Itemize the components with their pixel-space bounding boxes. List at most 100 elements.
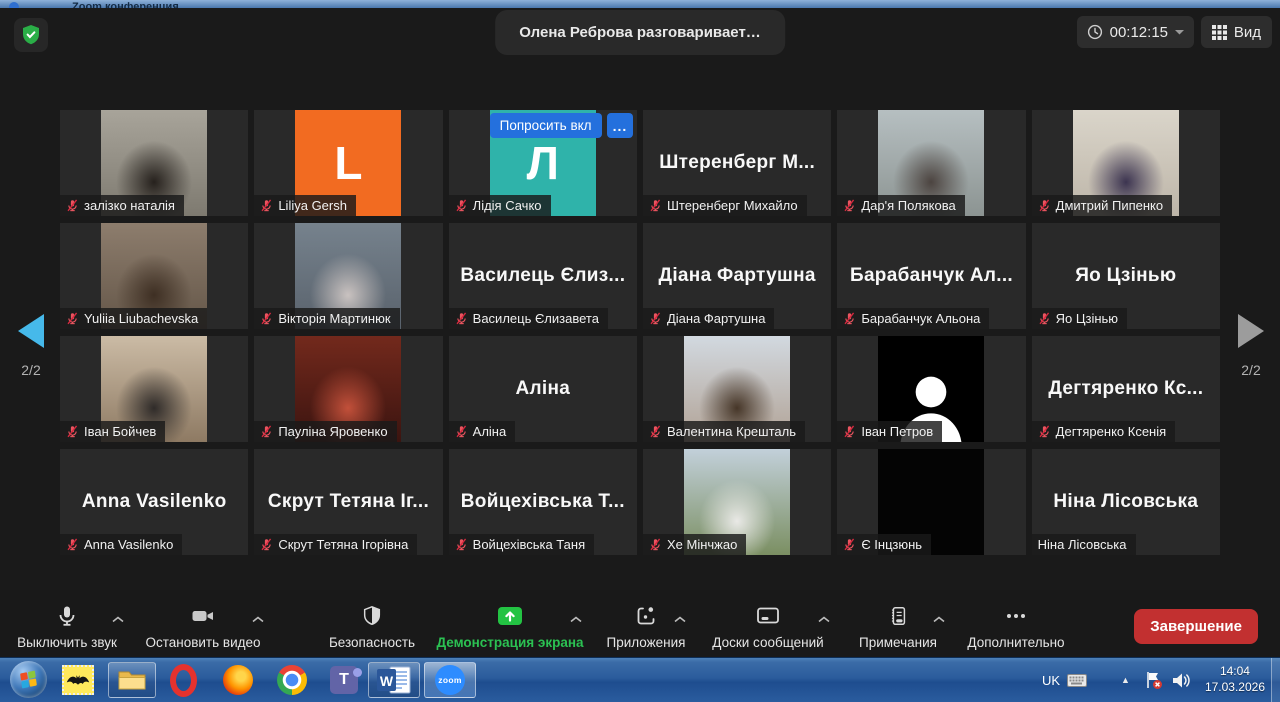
apps-options-chevron-icon[interactable]	[674, 610, 686, 628]
muted-microphone-icon	[66, 425, 79, 438]
participant-name: Дмитрий Пипенко	[1056, 198, 1163, 213]
participant-name: Ніна Лісовська	[1038, 537, 1127, 552]
participant-name: Вікторія Мартинюк	[278, 311, 390, 326]
opera-app[interactable]	[163, 662, 203, 698]
participant-tile[interactable]: Штеренберг М... Штеренберг Михайло	[643, 110, 831, 216]
chrome-icon	[277, 665, 307, 695]
share-screen-button[interactable]: Демонстрация экрана	[430, 602, 590, 650]
participant-name-tag: Барабанчук Альона	[837, 308, 989, 329]
action-center-flag-icon[interactable]	[1144, 671, 1163, 690]
participant-name: Дар'я Полякова	[861, 198, 955, 213]
participant-tile[interactable]: Войцехівська Т... Войцехівська Таня	[449, 449, 637, 555]
participant-tile[interactable]: Є Інцзюнь	[837, 449, 1025, 555]
participant-tile[interactable]: Скрут Тетяна Іг... Скрут Тетяна Ігорівна	[254, 449, 442, 555]
chrome-app[interactable]	[272, 662, 312, 698]
whiteboards-options-chevron-icon[interactable]	[818, 610, 830, 628]
participant-name: Войцехівська Таня	[473, 537, 585, 552]
participant-more-button[interactable]: ...	[607, 113, 634, 138]
timer-value: 00:12:15	[1110, 24, 1168, 41]
participant-tile[interactable]: Пауліна Яровенко	[254, 336, 442, 442]
muted-microphone-icon	[455, 312, 468, 325]
window-titlebar[interactable]: Zoom конференция	[0, 0, 1280, 8]
participant-tile[interactable]: Іван Петров	[837, 336, 1025, 442]
file-explorer-app[interactable]	[108, 662, 156, 698]
meeting-timer[interactable]: 00:12:15	[1077, 16, 1194, 48]
firefox-icon	[223, 665, 253, 695]
muted-microphone-icon	[260, 538, 273, 551]
participant-tile[interactable]: Ніна Лісовська Ніна Лісовська	[1032, 449, 1220, 555]
mute-audio-button[interactable]: Выключить звук	[8, 602, 126, 650]
security-label: Безопасность	[329, 635, 415, 650]
notes-options-chevron-icon[interactable]	[933, 610, 945, 628]
teams-app[interactable]: T	[324, 662, 364, 698]
whiteboards-button[interactable]: Доски сообщений	[702, 602, 834, 650]
participant-tile[interactable]: Аліна Аліна	[449, 336, 637, 442]
start-button[interactable]	[10, 661, 47, 698]
word-app[interactable]: W	[368, 662, 420, 698]
next-page-control[interactable]: 2/2	[1238, 314, 1264, 378]
firefox-app[interactable]	[218, 662, 258, 698]
participant-tile[interactable]: залізко наталія	[60, 110, 248, 216]
volume-icon[interactable]	[1171, 672, 1191, 689]
video-camera-icon	[190, 604, 216, 628]
participant-name-tag: Яо Цзінью	[1032, 308, 1127, 329]
participant-tile[interactable]: Василець Єлиз... Василець Єлизавета	[449, 223, 637, 329]
participant-tile[interactable]: L Liliya Gersh	[254, 110, 442, 216]
participant-tile[interactable]: Yuliia Liubachevska	[60, 223, 248, 329]
participant-name-tag: Іван Петров	[837, 421, 942, 442]
windows-logo-icon	[20, 671, 37, 689]
language-indicator[interactable]: UK	[1042, 673, 1060, 688]
participant-tile[interactable]: Хе Мінчжао	[643, 449, 831, 555]
participant-grid: залізко наталія L Liliya Gersh Л Попроси…	[60, 110, 1220, 555]
share-screen-label: Демонстрация экрана	[436, 635, 583, 650]
word-icon: W	[376, 666, 412, 694]
show-hidden-icons-button[interactable]: ▲	[1121, 675, 1130, 685]
more-button[interactable]: Дополнительно	[958, 602, 1074, 650]
participant-tile[interactable]: Валентина Крешталь	[643, 336, 831, 442]
the-bat-icon	[62, 665, 94, 695]
keyboard-layout-icon[interactable]	[1067, 674, 1087, 687]
security-button[interactable]: Безопасность	[316, 602, 428, 650]
next-page-arrow-icon[interactable]	[1238, 314, 1264, 348]
clock-icon	[1087, 24, 1103, 40]
caret-down-icon[interactable]	[1175, 30, 1184, 35]
participant-tile[interactable]: Іван Бойчев	[60, 336, 248, 442]
share-options-chevron-icon[interactable]	[570, 610, 582, 628]
previous-page-arrow-icon[interactable]	[18, 314, 44, 348]
view-button[interactable]: Вид	[1201, 16, 1272, 48]
zoom-icon: zoom	[435, 665, 465, 695]
participant-name-tag: Аліна	[449, 421, 516, 442]
participant-tile[interactable]: Дар'я Полякова	[837, 110, 1025, 216]
end-meeting-button[interactable]: Завершение	[1134, 609, 1258, 644]
taskbar-clock[interactable]: 14:04 17.03.2026	[1205, 664, 1265, 695]
encryption-badge[interactable]	[14, 18, 48, 52]
zoom-app[interactable]: zoom	[424, 662, 476, 698]
audio-options-chevron-icon[interactable]	[112, 610, 124, 628]
participant-tile[interactable]: Anna Vasilenko Anna Vasilenko	[60, 449, 248, 555]
participant-name-tag: Вікторія Мартинюк	[254, 308, 399, 329]
show-desktop-button[interactable]	[1271, 658, 1280, 702]
participant-tile[interactable]: Діана Фартушна Діана Фартушна	[643, 223, 831, 329]
participant-name: Штеренберг Михайло	[667, 198, 798, 213]
video-options-chevron-icon[interactable]	[252, 610, 264, 628]
whiteboard-icon	[755, 604, 781, 628]
participant-tile[interactable]: Яо Цзінью Яо Цзінью	[1032, 223, 1220, 329]
participant-tile[interactable]: Л Попросить вкл ... Лідія Сачко	[449, 110, 637, 216]
participant-name: Яо Цзінью	[1056, 311, 1118, 326]
stop-video-button[interactable]: Остановить видео	[138, 602, 268, 650]
ask-to-unmute-button[interactable]: Попросить вкл	[490, 113, 602, 138]
muted-microphone-icon	[455, 199, 468, 212]
the-bat-mail-app[interactable]	[58, 662, 98, 698]
participant-tile[interactable]: Вікторія Мартинюк	[254, 223, 442, 329]
participant-name: Лідія Сачко	[473, 198, 542, 213]
participant-name-tag: Liliya Gersh	[254, 195, 356, 216]
participant-tile[interactable]: Барабанчук Ал... Барабанчук Альона	[837, 223, 1025, 329]
participant-name-tag: Yuliia Liubachevska	[60, 308, 207, 329]
whiteboards-label: Доски сообщений	[712, 635, 823, 650]
participant-tile[interactable]: Дегтяренко Кс... Дегтяренко Ксенія	[1032, 336, 1220, 442]
participant-name-tag: Хе Мінчжао	[643, 534, 746, 555]
tray-date: 17.03.2026	[1205, 680, 1265, 696]
participant-tile[interactable]: Дмитрий Пипенко	[1032, 110, 1220, 216]
previous-page-control[interactable]: 2/2	[18, 314, 44, 378]
stop-video-label: Остановить видео	[145, 635, 260, 650]
